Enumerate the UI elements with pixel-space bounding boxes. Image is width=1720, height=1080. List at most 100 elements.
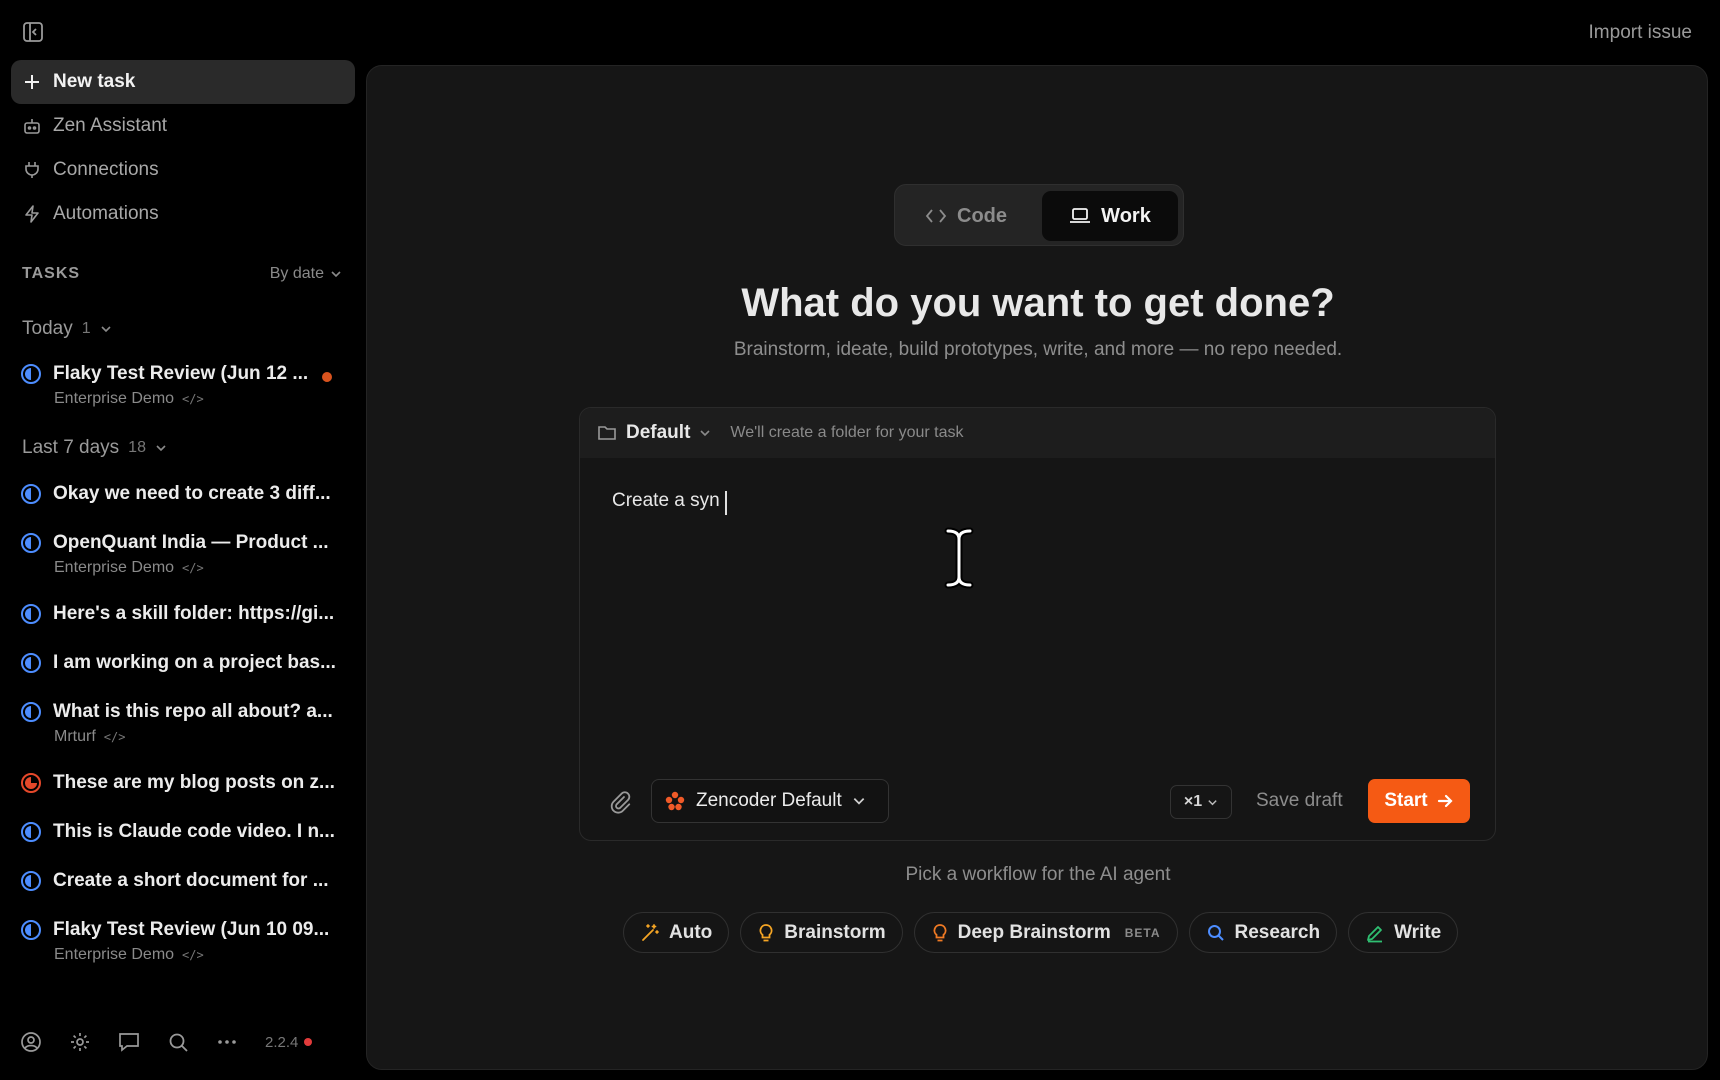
workflow-chip-deep-brainstorm[interactable]: Deep Brainstorm BETA [913, 912, 1178, 953]
chip-label: Auto [669, 921, 713, 943]
model-select[interactable]: Zencoder Default [651, 779, 889, 823]
more-options-icon[interactable] [216, 1031, 238, 1053]
task-item[interactable]: Flaky Test Review (Jun 12 ... Enterprise… [20, 363, 340, 408]
chevron-down-icon [331, 271, 341, 278]
new-task-button[interactable]: New task [11, 60, 355, 104]
task-item[interactable]: These are my blog posts on z... [20, 772, 340, 794]
code-icon: </> [103, 730, 126, 744]
sidebar-item-automations[interactable]: Automations [11, 192, 355, 236]
sort-select[interactable]: By date [270, 265, 342, 283]
tab-code[interactable]: Code [925, 191, 1007, 241]
app-window: Import issue New task Zen Assistant Conn… [0, 0, 1720, 1080]
group-label: Today [22, 318, 73, 339]
plug-icon [25, 162, 39, 178]
task-item[interactable]: Here's a skill folder: https://gi... [20, 603, 340, 625]
chevron-down-icon [156, 445, 166, 452]
task-composer: Default We'll create a folder for your t… [579, 407, 1496, 841]
prompt-input[interactable]: Create a syn [612, 490, 1462, 710]
text-caret [725, 491, 727, 515]
search-icon[interactable] [167, 1031, 189, 1053]
task-title: Flaky Test Review (Jun 10 09... [53, 919, 330, 940]
task-title: OpenQuant India — Product ... [53, 532, 329, 553]
in-progress-status-icon [21, 533, 41, 553]
model-label: Zencoder Default [696, 790, 842, 811]
start-button[interactable]: Start [1368, 779, 1470, 823]
task-title: I am working on a project bas... [53, 652, 336, 673]
task-item[interactable]: Flaky Test Review (Jun 10 09... Enterpri… [20, 919, 340, 964]
workflow-chip-research[interactable]: Research [1188, 912, 1338, 953]
laptop-icon [1070, 208, 1091, 223]
folder-hint: We'll create a folder for your task [730, 424, 964, 441]
task-item[interactable]: This is Claude code video. I n... [20, 821, 340, 843]
in-progress-status-icon [21, 920, 41, 940]
task-title: Okay we need to create 3 diff... [53, 483, 331, 504]
mode-switch: Code Work [894, 184, 1184, 246]
in-progress-status-icon [21, 604, 41, 624]
tasks-title: TASKS [22, 265, 81, 282]
tab-work[interactable]: Work [1042, 191, 1178, 241]
task-title: What is this repo all about? a... [53, 701, 333, 722]
import-issue-button[interactable]: Import issue [1589, 22, 1692, 44]
run-count-select[interactable]: ×1 [1170, 785, 1232, 819]
task-item[interactable]: I am working on a project bas... [20, 652, 340, 674]
task-title: Create a short document for ... [53, 870, 329, 891]
tab-work-label: Work [1101, 204, 1151, 227]
save-draft-button[interactable]: Save draft [1256, 790, 1343, 812]
sidebar-item-connections[interactable]: Connections [11, 148, 355, 192]
tasks-header: TASKS By date [22, 265, 342, 283]
folder-select[interactable]: Default [626, 422, 690, 444]
workflow-chip-brainstorm[interactable]: Brainstorm [740, 912, 903, 953]
start-label: Start [1384, 790, 1428, 811]
text-cursor-icon [944, 527, 974, 589]
chevron-down-icon[interactable] [699, 427, 711, 439]
sidebar: New task Zen Assistant Connections Autom… [0, 60, 365, 1080]
settings-gear-icon[interactable] [69, 1031, 91, 1053]
group-header-last-7-days[interactable]: Last 7 days 18 [22, 437, 167, 459]
chat-icon[interactable] [118, 1031, 140, 1053]
in-progress-status-icon [21, 822, 41, 842]
chevron-down-icon [101, 326, 111, 333]
code-icon: </> [182, 561, 204, 575]
task-item[interactable]: What is this repo all about? a... Mrturf… [20, 701, 340, 746]
workflow-hint: Pick a workflow for the AI agent [905, 864, 1171, 885]
task-project: Mrturf [54, 728, 96, 745]
sidebar-item-label: Automations [53, 203, 159, 224]
pencil-icon [1367, 925, 1383, 942]
code-brackets-icon [925, 209, 947, 223]
error-status-icon [21, 773, 41, 793]
group-count: 1 [81, 320, 91, 337]
sidebar-item-zen-assistant[interactable]: Zen Assistant [11, 104, 355, 148]
version-label: 2.2.4 [265, 1033, 299, 1051]
in-progress-status-icon [21, 653, 41, 673]
task-title: These are my blog posts on z... [53, 772, 335, 793]
plus-icon [25, 75, 39, 89]
workflow-chip-auto[interactable]: Auto [623, 912, 730, 953]
task-item[interactable]: Okay we need to create 3 diff... [20, 483, 340, 505]
workflow-chips: Auto Brainstorm Deep Brainstorm BETA Res… [623, 912, 1459, 953]
arrow-right-icon [1437, 794, 1453, 808]
attach-file-icon[interactable] [608, 790, 634, 816]
task-project: Enterprise Demo [54, 559, 175, 576]
zencoder-logo-icon [665, 791, 685, 811]
page-title: What do you want to get done? [741, 281, 1335, 325]
toggle-sidebar-icon[interactable] [22, 21, 46, 45]
chip-label: Write [1394, 921, 1442, 943]
task-title: This is Claude code video. I n... [53, 821, 335, 842]
update-indicator [304, 1038, 313, 1046]
workflow-chip-write[interactable]: Write [1348, 912, 1459, 953]
main-panel: Code Work What do you want to get done? … [366, 65, 1708, 1070]
version-badge: 2.2.4 [265, 1033, 313, 1051]
task-item[interactable]: OpenQuant India — Product ... Enterprise… [20, 532, 340, 577]
lightbulb-icon [759, 923, 773, 941]
sidebar-item-label: Connections [53, 159, 159, 180]
run-count-label: ×1 [1183, 793, 1203, 810]
task-item[interactable]: Create a short document for ... [20, 870, 340, 892]
page-subtitle: Brainstorm, ideate, build prototypes, wr… [733, 339, 1343, 360]
account-icon[interactable] [20, 1031, 42, 1053]
new-task-label: New task [53, 71, 136, 92]
in-progress-status-icon [21, 871, 41, 891]
group-header-today[interactable]: Today 1 [22, 318, 112, 340]
code-icon: </> [182, 392, 204, 406]
sidebar-item-label: Zen Assistant [53, 115, 168, 136]
folder-icon [598, 426, 616, 440]
